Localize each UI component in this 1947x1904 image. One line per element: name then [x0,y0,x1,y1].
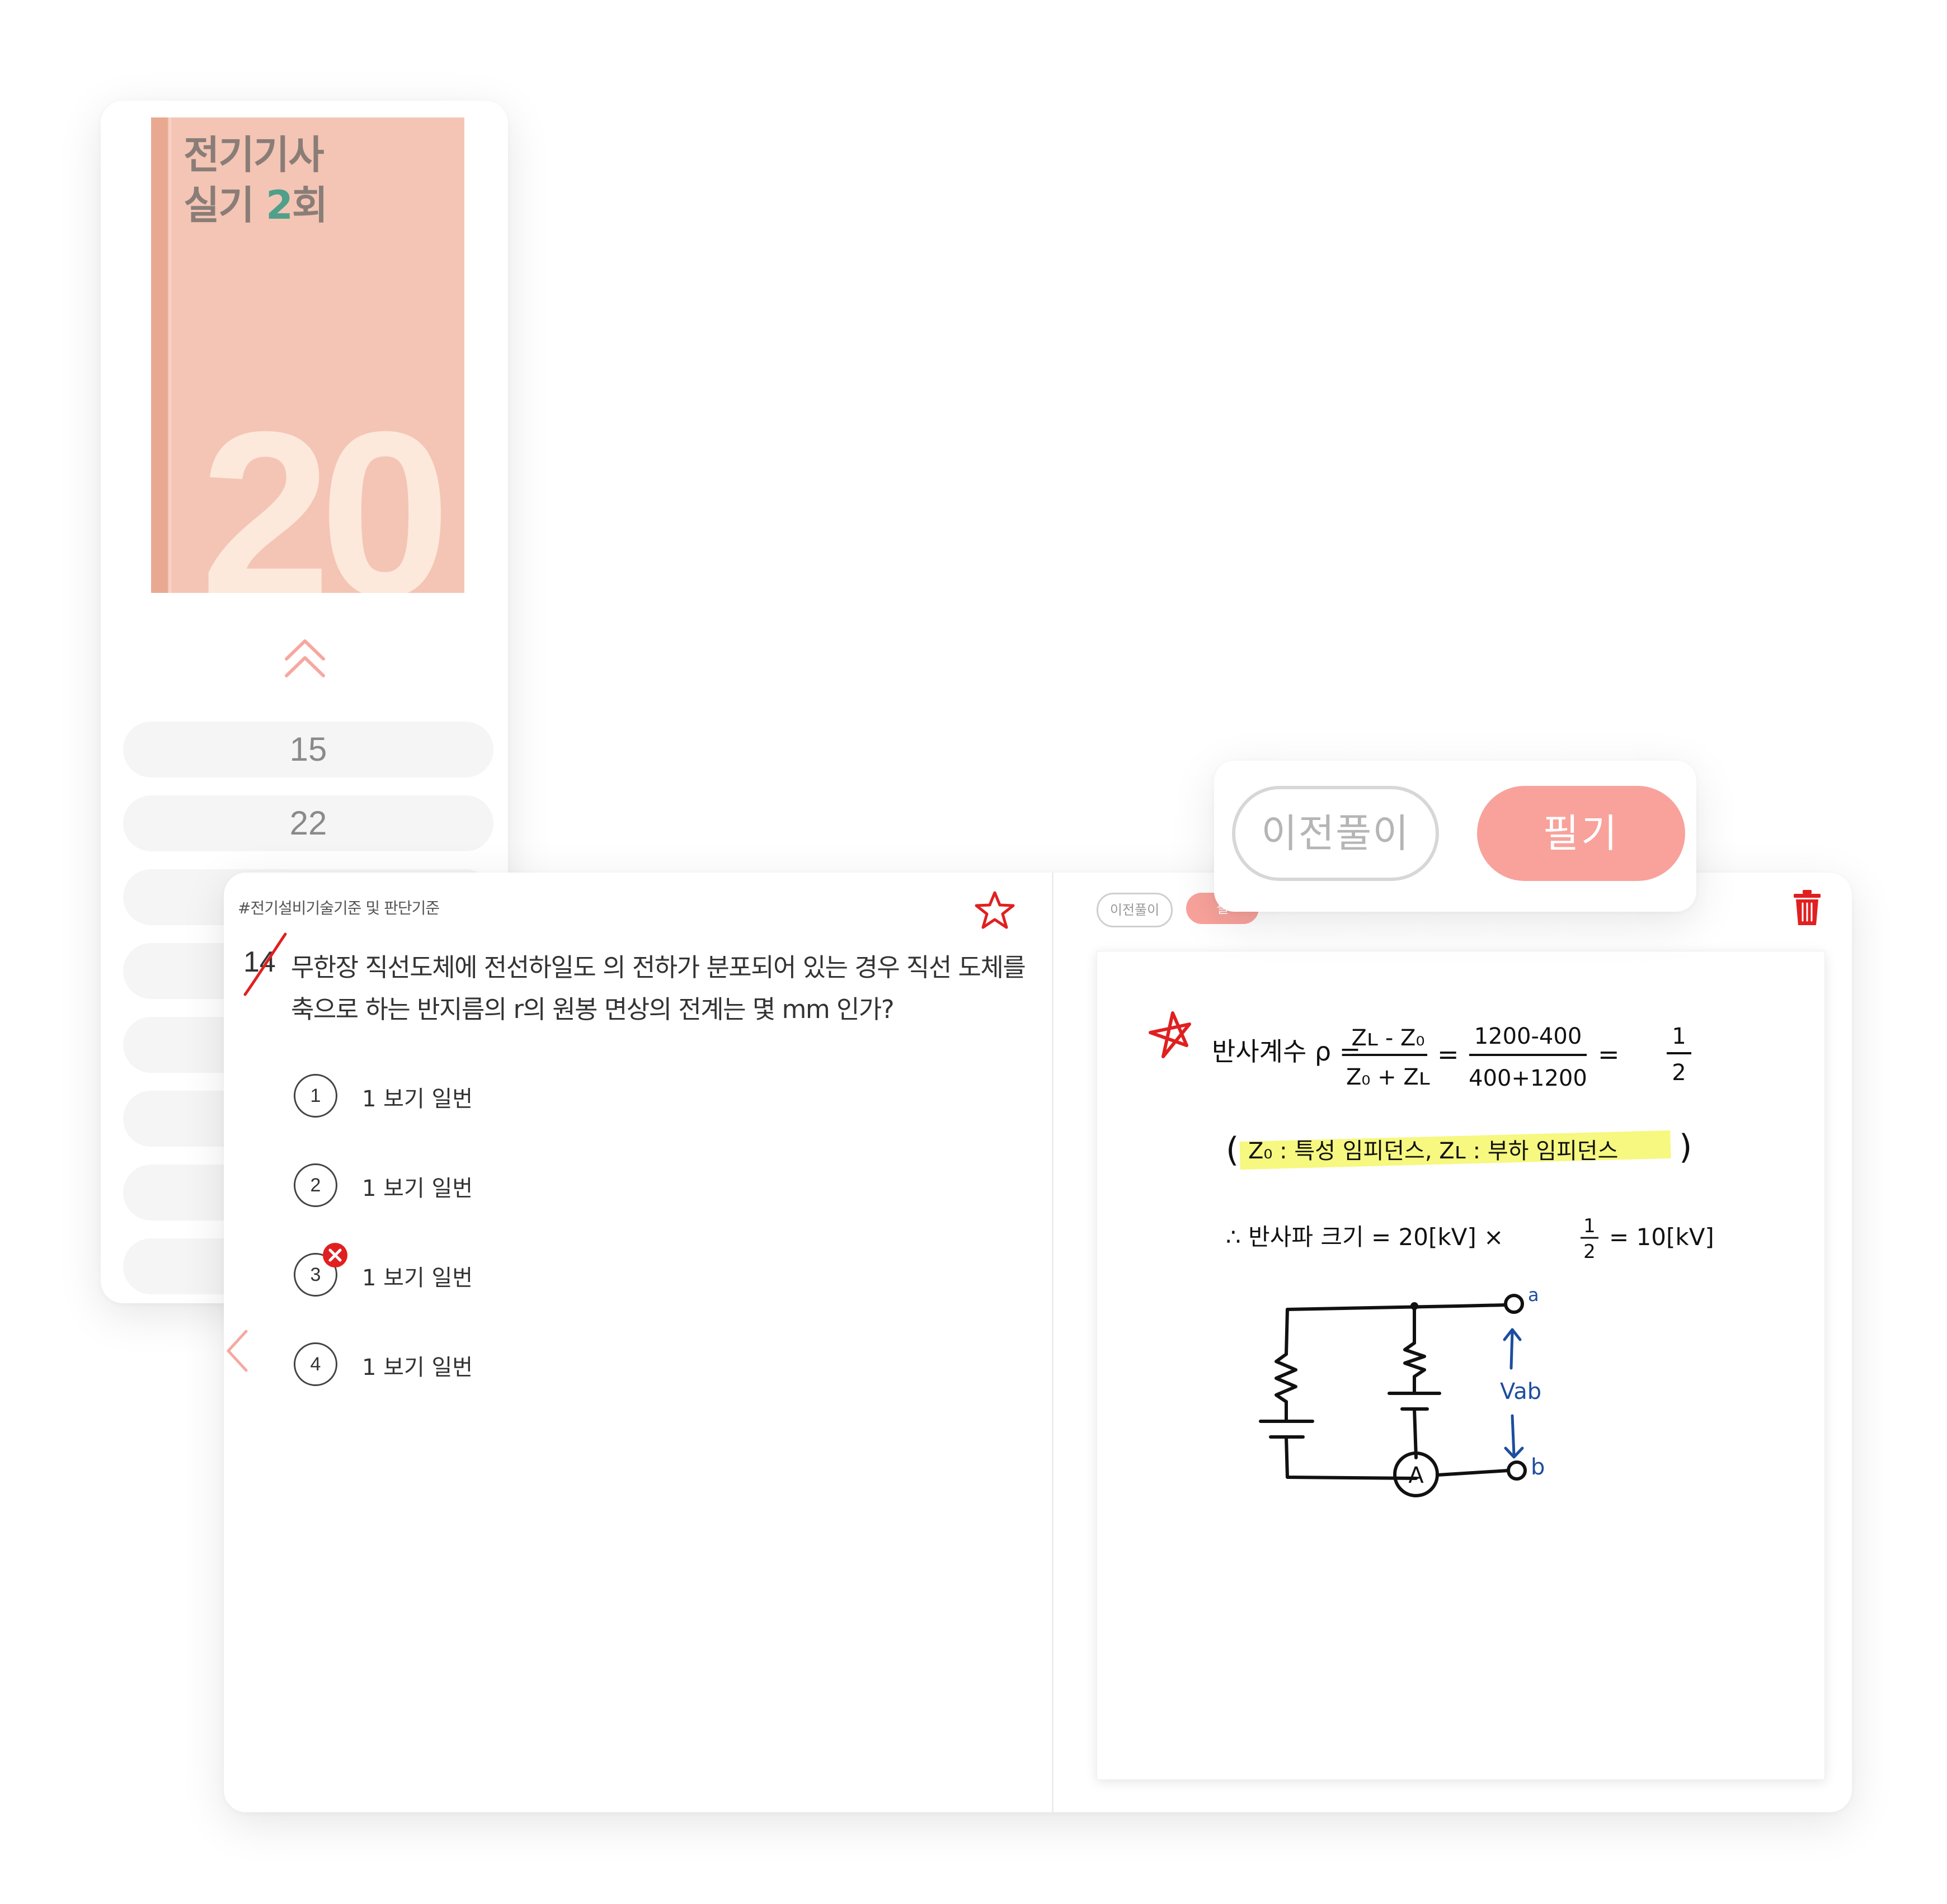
choice-2[interactable]: 2 1 보기 일번 [294,1163,629,1208]
hw-frac2-den: 400+1200 [1469,1066,1587,1091]
mode-popup: 이전풀이 필기 [1214,761,1696,912]
trash-icon[interactable] [1790,888,1824,927]
hw-result-half-den: 2 [1583,1241,1596,1263]
book-year: 20 [200,383,450,593]
note-canvas[interactable]: 반사계수 ρ = Zʟ - Z₀ Z₀ + Zʟ = 1200-400 400+… [1097,951,1825,1780]
question-text: 무한장 직선도체에 전선하일도 의 전하가 분포되어 있는 경우 직선 도체를 … [291,953,1026,1024]
choice-label: 1 보기 일번 [362,1176,473,1201]
hw-frac2-num: 1200-400 [1474,1024,1582,1049]
round-item-22[interactable]: 22 [123,795,493,851]
svg-text:=: = [1437,1039,1459,1069]
book-title-line2: 실기 2회 [184,180,328,230]
book-spine-line [169,117,171,593]
book-title: 전기기사 실기 2회 [184,130,328,230]
hw-half-den: 2 [1672,1060,1686,1086]
ammeter-label: A [1408,1463,1424,1488]
choice-3[interactable]: 3 1 보기 일번 [294,1243,629,1298]
hw-frac1-num: Zʟ - Z₀ [1352,1025,1425,1051]
svg-text:): ) [1679,1128,1692,1167]
choice-number: 2 [294,1163,337,1207]
star-icon[interactable] [974,889,1016,932]
choice-number: 1 [294,1074,337,1118]
tab-prev-solution[interactable]: 이전풀이 [1097,893,1173,927]
handwritten-star-icon [1149,1011,1191,1058]
vab-label: Vab [1500,1379,1541,1405]
choice-label: 1 보기 일번 [362,1265,473,1291]
book-title-line2-prefix: 실기 [184,182,266,228]
choice-label: 1 보기 일번 [362,1355,473,1380]
book-title-line1: 전기기사 [184,132,324,178]
note-button[interactable]: 필기 [1477,786,1685,881]
chevron-left-icon[interactable] [224,1326,252,1376]
choice-number: 4 [294,1342,337,1386]
svg-text:(: ( [1226,1130,1239,1170]
book-title-round: 2 [266,182,293,228]
book-title-line2-suffix: 회 [291,182,328,228]
choice-1[interactable]: 1 1 보기 일번 [294,1074,629,1119]
hw-half-num: 1 [1672,1024,1686,1049]
choice-label: 1 보기 일번 [362,1086,473,1112]
category-tag: #전기설비기술기준 및 판단기준 [238,899,440,917]
book-spine [151,117,168,593]
hw-result-half-num: 1 [1583,1215,1596,1237]
round-item-15[interactable]: 15 [123,722,493,777]
node-b-label: b [1531,1454,1545,1480]
double-chevron-up-icon[interactable] [280,632,330,682]
wrong-mark-icon [323,1243,347,1267]
handwriting-drawing: 반사계수 ρ = Zʟ - Z₀ Z₀ + Zʟ = 1200-400 400+… [1149,1011,1714,1497]
hw-frac1-den: Z₀ + Zʟ [1346,1064,1430,1090]
choice-4[interactable]: 4 1 보기 일번 [294,1342,629,1387]
node-a-label: a [1528,1284,1539,1306]
prev-solution-button[interactable]: 이전풀이 [1232,786,1439,881]
hw-legend: Z₀ : 특성 임피던스, Zʟ : 부하 임피던스 [1248,1138,1618,1164]
strike-mark-icon [243,932,287,996]
question-panel: #전기설비기술기준 및 판단기준 1 4 무한장 직선도체에 전선하일도 의 전하… [224,873,1852,1812]
hw-result-prefix: ∴ 반사파 크기 = 20[kV] × [1226,1223,1503,1251]
hw-lhs: 반사계수 ρ = [1212,1036,1361,1067]
book-cover[interactable]: 전기기사 실기 2회 20 [151,117,464,593]
svg-text:=: = [1598,1039,1620,1069]
panel-divider [1052,873,1054,1812]
hw-result-suffix: = 10[kV] [1609,1223,1714,1251]
circuit-diagram [1259,1294,1527,1497]
